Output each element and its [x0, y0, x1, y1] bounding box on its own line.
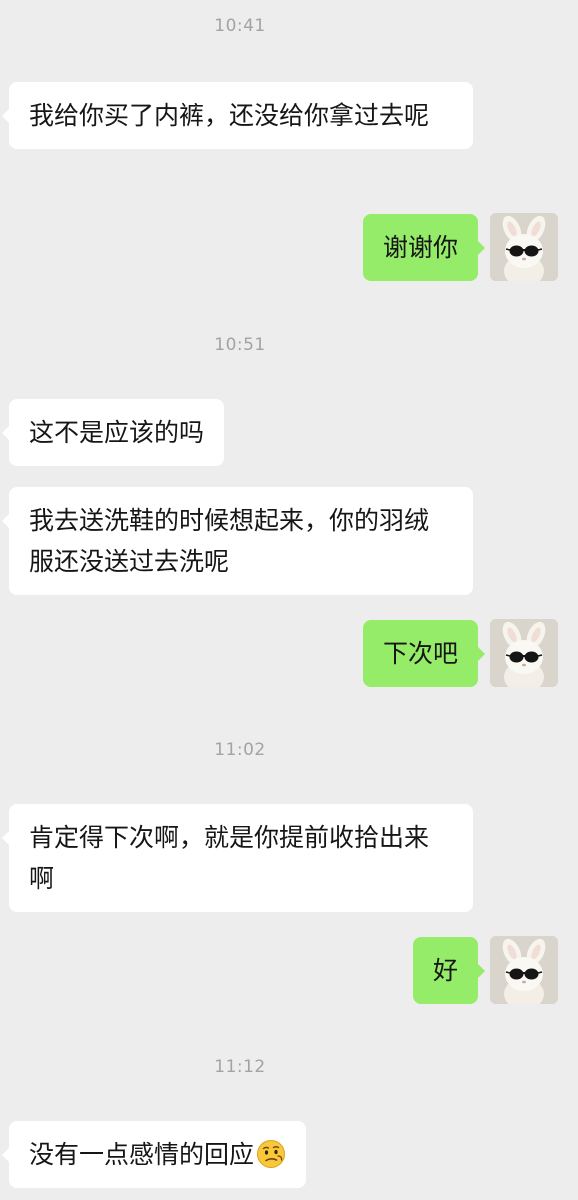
message-text: 下次吧	[382, 639, 458, 668]
avatar[interactable]	[490, 619, 558, 687]
avatar[interactable]	[490, 936, 558, 1004]
message-bubble-outgoing[interactable]: 下次吧	[362, 620, 486, 687]
message-text: 肯定得下次啊，就是你提前收拾出来啊	[29, 823, 430, 893]
avatar[interactable]	[490, 213, 558, 281]
message-text: 没有一点感情的回应	[29, 1140, 255, 1169]
confused-face-icon	[257, 1140, 286, 1168]
message-text: 我去送洗鞋的时候想起来，你的羽绒服还没送过去洗呢	[29, 506, 430, 576]
message-bubble-incoming[interactable]: 没有一点感情的回应	[1, 1121, 307, 1188]
bunny-with-sunglasses-icon	[490, 619, 558, 687]
bunny-with-sunglasses-icon	[490, 936, 558, 1004]
message-text: 这不是应该的吗	[29, 418, 205, 447]
timestamp: 11:12	[214, 1057, 266, 1077]
message-bubble-incoming[interactable]: 我去送洗鞋的时候想起来，你的羽绒服还没送过去洗呢	[2, 487, 473, 595]
message-bubble-outgoing[interactable]: 谢谢你	[362, 214, 486, 281]
message-text: 好	[432, 956, 458, 985]
message-bubble-incoming[interactable]: 肯定得下次啊，就是你提前收拾出来啊	[2, 804, 473, 912]
message-bubble-outgoing[interactable]: 好	[412, 937, 486, 1004]
message-text: 我给你买了内裤，还没给你拿过去呢	[29, 101, 430, 130]
timestamp: 10:41	[214, 16, 266, 36]
timestamp: 11:02	[214, 740, 266, 760]
message-text: 谢谢你	[382, 233, 458, 262]
bunny-with-sunglasses-icon	[490, 213, 558, 281]
message-bubble-incoming[interactable]: 我给你买了内裤，还没给你拿过去呢	[2, 82, 473, 149]
timestamp: 10:51	[214, 335, 266, 355]
message-bubble-incoming[interactable]: 这不是应该的吗	[1, 399, 225, 466]
